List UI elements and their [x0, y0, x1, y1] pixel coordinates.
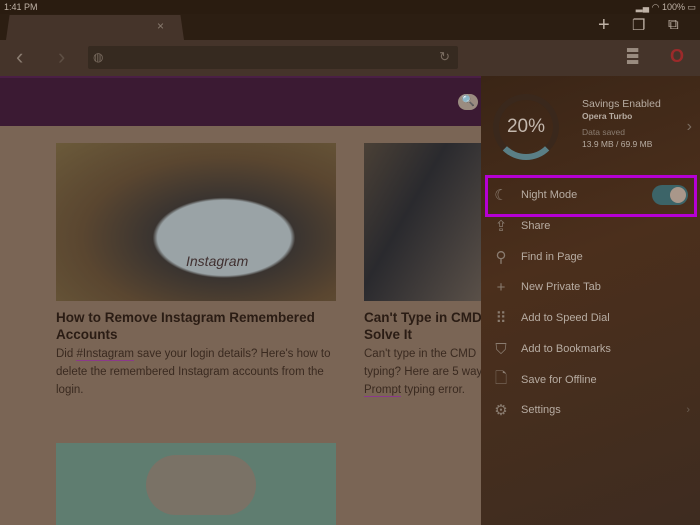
menu-item-bookmarks[interactable]: ⛉ Add to Bookmarks [481, 334, 700, 364]
search-icon[interactable]: 🔍 [458, 94, 478, 110]
grid-icon: ⠿ [495, 310, 507, 327]
article-card[interactable]: Can't Type in CMD Solve It Can't type in… [364, 143, 481, 399]
highlight-box [485, 175, 697, 217]
reload-icon[interactable]: ↻ [439, 49, 450, 65]
savings-info[interactable]: Savings Enabled Opera Turbo Data saved 1… [582, 98, 661, 150]
search-icon: ⚲ [495, 249, 507, 266]
opera-menu-panel: 20% Savings Enabled Opera Turbo Data sav… [481, 76, 700, 525]
chevron-right-icon[interactable]: › [687, 118, 692, 136]
plus-icon: + [496, 278, 506, 296]
gear-icon: ⚙ [494, 402, 508, 419]
globe-icon: ◍ [93, 50, 104, 64]
tabs-icon[interactable]: ❐ [632, 16, 645, 34]
article-summary: Can't type in the CMD typing? Here are 5… [364, 348, 481, 397]
document-icon: 🗋 [494, 369, 508, 387]
chevron-right-icon: › [686, 404, 690, 416]
speed-dial-icon[interactable]: ▪▪▪ ▪▪▪ ▪▪▪ [626, 43, 639, 71]
back-icon[interactable]: ‹ [16, 44, 23, 70]
hashtag-link[interactable]: #Instagram [76, 348, 134, 361]
new-tab-icon[interactable]: + [598, 14, 610, 37]
browser-tab[interactable]: × [6, 15, 184, 40]
opera-menu-icon[interactable]: O [670, 46, 684, 67]
article-image [56, 443, 336, 525]
menu-item-find[interactable]: ⚲ Find in Page [481, 242, 700, 272]
battery: ▂▄ ◠ 100% ▭ [635, 1, 696, 12]
menu-item-settings[interactable]: ⚙ Settings › [481, 395, 700, 425]
article-summary: Did #Instagram save your login details? … [56, 348, 331, 396]
close-tab-icon[interactable]: × [157, 19, 164, 33]
forward-icon[interactable]: › [58, 44, 65, 70]
article-image [364, 143, 481, 301]
article-card[interactable]: Instagram How to Remove Instagram Rememb… [56, 143, 336, 399]
article-title[interactable]: How to Remove Instagram Remembered Accou… [56, 309, 336, 343]
clock: 1:41 PM [4, 2, 38, 12]
bookmark-icon: ⛉ [495, 340, 507, 358]
menu-item-speed-dial[interactable]: ⠿ Add to Speed Dial [481, 303, 700, 333]
savings-gauge: 20% [493, 94, 559, 160]
article-title[interactable]: Can't Type in CMD Solve It [364, 309, 481, 343]
share-icon: ⇪ [494, 218, 508, 235]
toolbar: ‹ › ◍ ↻ ▪▪▪ ▪▪▪ ▪▪▪ O [0, 40, 700, 76]
status-bar: 1:41 PM ▂▄ ◠ 100% ▭ [0, 0, 700, 14]
sync-tabs-icon[interactable]: ⧉ [668, 16, 679, 33]
tab-bar: × + ❐ ⧉ [0, 14, 700, 40]
article-image: Instagram [56, 143, 336, 301]
menu-item-private-tab[interactable]: + New Private Tab [481, 272, 700, 302]
address-bar[interactable]: ◍ ↻ [88, 46, 458, 69]
menu-item-offline[interactable]: 🗋 Save for Offline [481, 365, 700, 395]
